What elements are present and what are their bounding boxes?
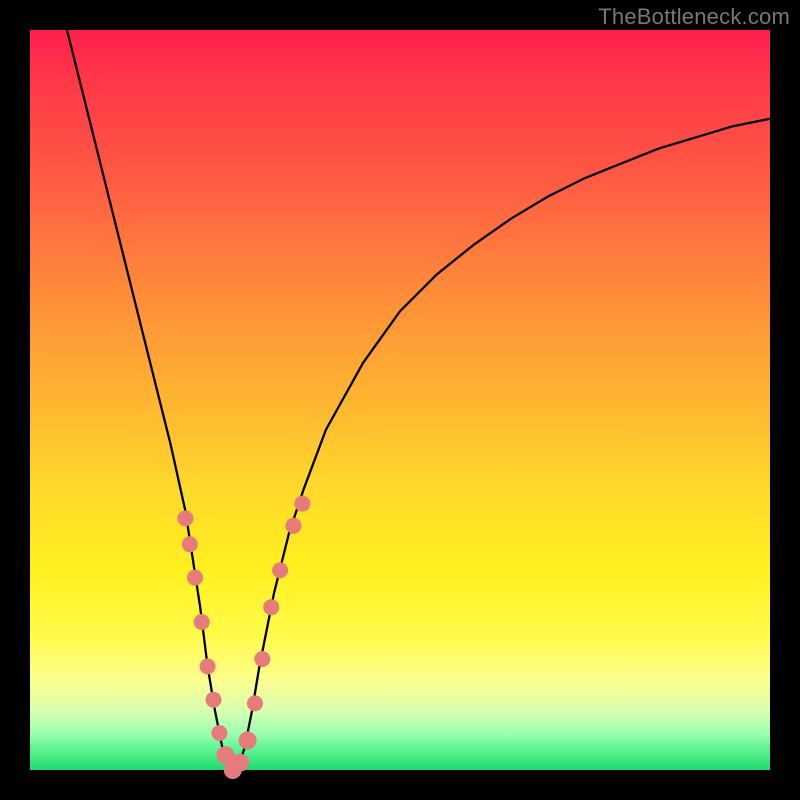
marker-dot	[194, 614, 210, 630]
marker-dot	[254, 651, 270, 667]
marker-dot	[294, 496, 310, 512]
watermark-text: TheBottleneck.com	[598, 4, 790, 30]
marker-dot	[200, 658, 216, 674]
outer-frame: TheBottleneck.com	[0, 0, 800, 800]
marker-dot	[206, 692, 222, 708]
marker-dot	[182, 536, 198, 552]
marker-dot	[285, 518, 301, 534]
plot-area	[30, 30, 770, 770]
marker-dot	[272, 562, 288, 578]
bottleneck-curve-path	[67, 30, 770, 770]
marker-dot	[239, 731, 257, 749]
marker-layer	[177, 496, 310, 779]
marker-dot	[211, 725, 227, 741]
curve-layer	[67, 30, 770, 770]
marker-dot	[187, 570, 203, 586]
marker-dot	[177, 510, 193, 526]
chart-svg	[30, 30, 770, 770]
marker-dot	[231, 754, 249, 772]
marker-dot	[247, 695, 263, 711]
marker-dot	[263, 599, 279, 615]
